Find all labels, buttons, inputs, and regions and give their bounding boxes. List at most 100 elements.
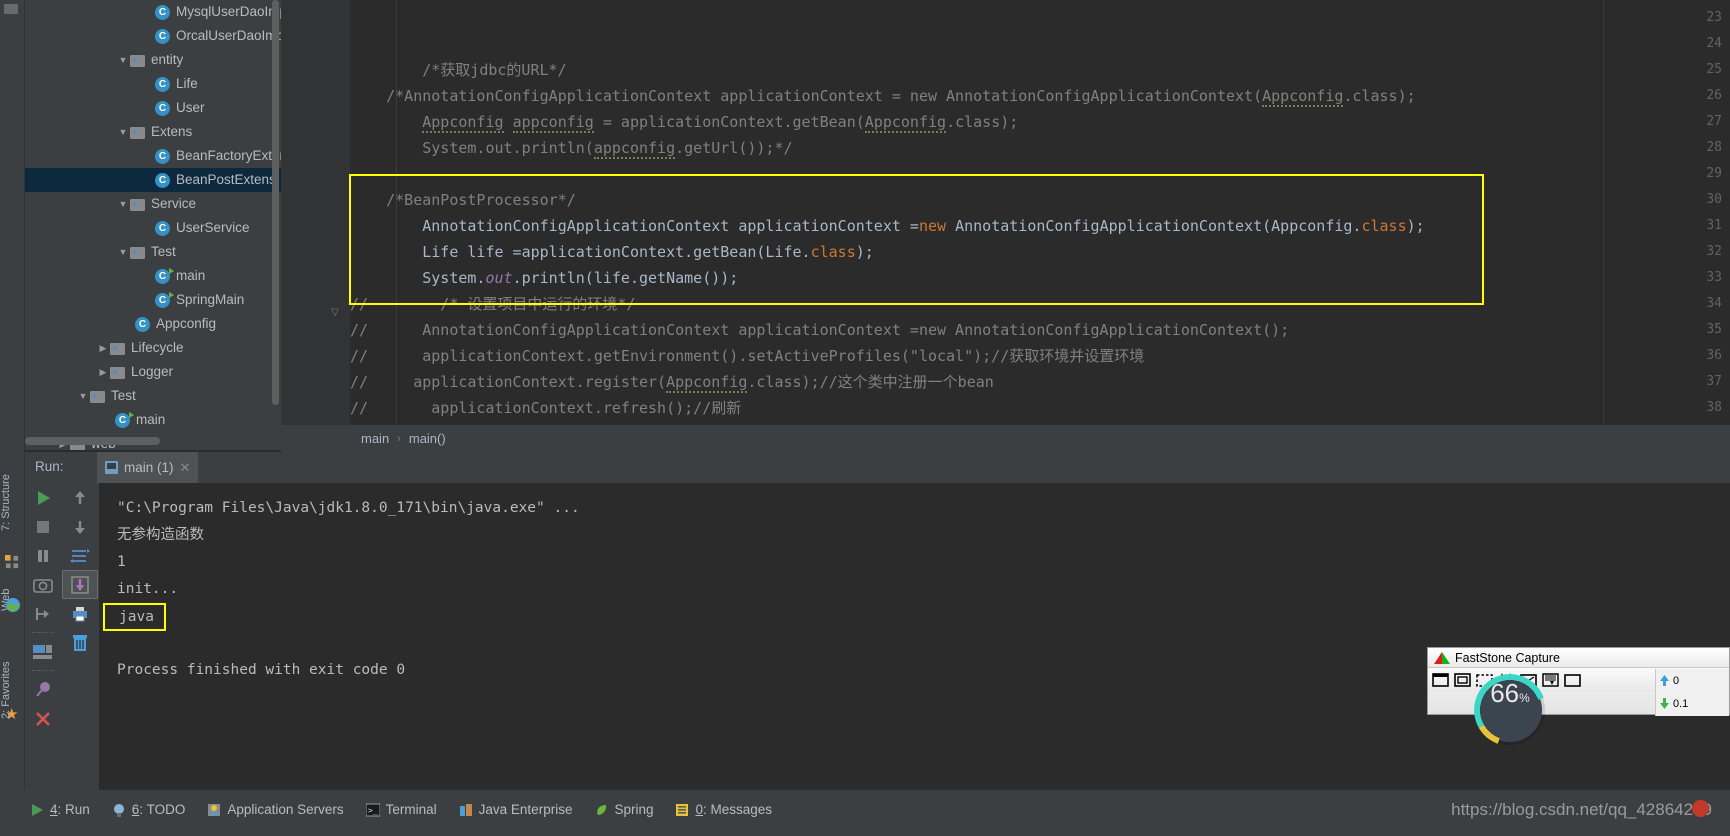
tree-row[interactable]: ▼ entity — [25, 48, 281, 72]
capture-window-icon[interactable] — [1431, 671, 1450, 690]
tree-row[interactable]: ▶Cmain — [25, 408, 281, 432]
statusbar-item-terminal[interactable]: >_ Terminal — [365, 802, 437, 817]
code-editor[interactable]: 23 24 25 26 27 28 29 30 31 32 33 34 35 36 37 38 /*获取jdb… — [281, 0, 1730, 425]
folder-icon — [130, 52, 147, 69]
arrow-down-icon — [1660, 698, 1669, 709]
code-line[interactable]: /*获取jdbc的URL*/ — [350, 57, 566, 83]
run-tab-icon — [105, 461, 118, 474]
tree-row[interactable]: ▶COrcalUserDaoImp — [25, 24, 281, 48]
capture-fixed-region-icon[interactable] — [1563, 671, 1582, 690]
tree-row[interactable]: ▶CUserService — [25, 216, 281, 240]
tree-row[interactable]: ▶CBeanFactoryExtens — [25, 144, 281, 168]
editor-gutter[interactable] — [281, 0, 345, 425]
chevron-right-icon[interactable]: ▶ — [96, 360, 110, 384]
tree-row-label: Lifecycle — [131, 340, 184, 355]
code-line[interactable]: // applicationContext.refresh();//刷新 — [350, 395, 741, 421]
capture-active-window-icon[interactable] — [1453, 671, 1472, 690]
project-tree-panel[interactable]: ▶ C MysqlUserDaoImp ▶ C OrcalUserDaoImp ▼ entit… — [25, 0, 281, 450]
pin-button[interactable] — [25, 675, 61, 704]
tree-row[interactable]: ▼ Test — [25, 384, 281, 408]
close-icon[interactable]: ✕ — [180, 460, 191, 476]
breadcrumb-item-method[interactable]: main() — [409, 431, 446, 446]
snapshot-button[interactable] — [25, 570, 61, 599]
code-line[interactable]: /*AnnotationConfigApplicationContext app… — [350, 83, 1416, 109]
breadcrumb-item-class[interactable]: main — [361, 431, 389, 446]
tree-row[interactable]: ▶CLife — [25, 72, 281, 96]
tree-row[interactable]: ▶ Logger — [25, 360, 281, 384]
tree-row[interactable]: ▼ Extens — [25, 120, 281, 144]
code-line[interactable]: // AnnotationConfigApplicationContext ap… — [350, 317, 1289, 343]
left-tool-stripe: 7: Structure Web 2: Favorites ★ — [0, 0, 25, 790]
chevron-down-icon[interactable]: ▼ — [116, 48, 130, 72]
faststone-titlebar[interactable]: FastStone Capture — [1428, 648, 1729, 668]
run-panel-label: Run: — [35, 459, 64, 474]
restore-layout-button[interactable] — [25, 599, 61, 628]
pause-button[interactable] — [25, 541, 61, 570]
code-line[interactable]: // applicationContext.getEnvironment().s… — [350, 343, 1144, 369]
chevron-down-icon[interactable]: ▼ — [76, 384, 90, 408]
tree-row[interactable]: ▶CUser — [25, 96, 281, 120]
statusbar-item-messages[interactable]: 0: Messages — [675, 802, 772, 817]
chevron-down-icon[interactable]: ▼ — [116, 192, 130, 216]
capture-scrolling-window-icon[interactable] — [1541, 671, 1560, 690]
statusbar-item-spring[interactable]: Spring — [594, 802, 653, 817]
code-line[interactable]: Life life =applicationContext.getBean(Li… — [350, 239, 874, 265]
statusbar-item-application-servers[interactable]: Application Servers — [207, 802, 344, 817]
print-button[interactable] — [62, 599, 98, 628]
project-tree-horizontal-scrollbar[interactable] — [25, 437, 160, 445]
chevron-down-icon[interactable]: ▼ — [116, 240, 130, 264]
code-token: Appconfig — [666, 373, 748, 393]
tree-row[interactable]: ▶CAppconfig — [25, 312, 281, 336]
console-line: java — [103, 603, 1730, 631]
statusbar-item-run[interactable]: 4: Run — [30, 802, 90, 817]
statusbar-item-terminal-label: Terminal — [385, 802, 437, 817]
faststone-capture-window[interactable]: FastStone Capture 0 0.1 — [1427, 647, 1730, 716]
soft-wrap-button[interactable] — [62, 541, 98, 570]
run-tab-label: main (1) — [124, 460, 174, 475]
scroll-to-end-button[interactable] — [62, 570, 98, 599]
tree-row[interactable]: ▶ Lifecycle — [25, 336, 281, 360]
statusbar-item-todo[interactable]: 6: TODO — [112, 802, 185, 817]
tree-row-label: main — [136, 412, 166, 427]
code-line[interactable]: // /* 设置项目中运行的环境*/ — [350, 291, 635, 317]
rerun-button[interactable] — [25, 483, 61, 512]
stop-button[interactable] — [25, 512, 61, 541]
scroll-up-button[interactable] — [62, 483, 98, 512]
statusbar-item-java-enterprise[interactable]: Java Enterprise — [459, 802, 572, 817]
code-line[interactable]: System.out.println(appconfig.getUrl());*… — [350, 135, 793, 161]
code-line[interactable]: AnnotationConfigApplicationContext appli… — [350, 213, 1424, 239]
project-tool-icon[interactable] — [4, 4, 18, 14]
code-line[interactable]: /*BeanPostProcessor*/ — [350, 187, 576, 213]
stop-icon — [37, 520, 49, 533]
layout-button[interactable] — [25, 637, 61, 666]
fold-toggle-icon[interactable]: ▽ — [329, 300, 341, 326]
close-panel-button[interactable] — [25, 704, 61, 733]
faststone-spin-bottom-row[interactable]: 0.1 — [1656, 692, 1729, 715]
code-line[interactable]: System.out.println(life.getName()); — [350, 265, 738, 291]
code-line[interactable]: Appconfig appconfig = applicationContext… — [350, 109, 1018, 135]
tree-row[interactable]: ▼ Test — [25, 240, 281, 264]
tree-row[interactable]: ▶CBeanPostExtens — [25, 168, 281, 192]
toolbar-separator — [25, 666, 61, 675]
scroll-down-button[interactable] — [62, 512, 98, 541]
console-output[interactable]: "C:\Program Files\Java\jdk1.8.0_171\bin\… — [99, 483, 1730, 790]
project-tree-vertical-scrollbar[interactable] — [272, 0, 279, 405]
tree-row[interactable]: ▶Cmain — [25, 264, 281, 288]
clear-all-button[interactable] — [62, 628, 98, 657]
run-configuration-tab[interactable]: main (1) ✕ — [97, 452, 199, 483]
code-line[interactable]: // applicationContext.register(Appconfig… — [350, 369, 994, 395]
faststone-logo-icon — [1434, 651, 1450, 664]
tree-row[interactable]: ▶CMysqlUserDaoImp — [25, 0, 281, 24]
editor-code-area[interactable]: /*获取jdbc的URL*/ /*AnnotationConfigApplica… — [350, 0, 1730, 425]
ide-window: 7: Structure Web 2: Favorites ★ ▶ C MysqlU… — [0, 0, 1730, 836]
pin-icon — [36, 681, 50, 697]
breadcrumb[interactable]: main › main() — [281, 425, 1730, 452]
tree-row[interactable]: ▼ Service — [25, 192, 281, 216]
faststone-spin-top-row[interactable]: 0 — [1656, 669, 1729, 692]
chevron-down-icon[interactable]: ▼ — [116, 120, 130, 144]
stripe-tab-structure[interactable]: 7: Structure — [0, 455, 25, 550]
tree-row[interactable]: ▶CSpringMain — [25, 288, 281, 312]
stripe-tab-favorites[interactable]: 2: Favorites — [0, 640, 25, 740]
chevron-right-icon[interactable]: ▶ — [96, 336, 110, 360]
